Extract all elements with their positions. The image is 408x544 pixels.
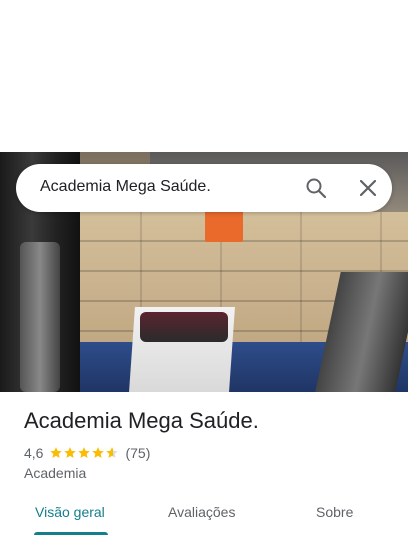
star-icon (106, 447, 119, 458)
photo-pole (20, 242, 60, 392)
star-icon (64, 447, 77, 458)
search-icon[interactable] (304, 176, 328, 200)
place-sheet: Academia Mega Saúde. Academia Mega Saúde… (0, 0, 408, 544)
place-title: Academia Mega Saúde. (24, 408, 259, 433)
star-icon (78, 447, 91, 458)
tab-reviews[interactable]: Avaliações (168, 504, 235, 520)
star-icon (92, 447, 105, 458)
place-category: Academia (24, 465, 87, 481)
rating-value: 4,6 (24, 445, 44, 461)
star-rating (49, 446, 119, 460)
photo-bin-contents (140, 312, 228, 342)
search-input[interactable]: Academia Mega Saúde. (40, 178, 211, 196)
tab-overview[interactable]: Visão geral (35, 504, 105, 520)
star-icon (50, 447, 63, 458)
rating-row[interactable]: 4,6 (75) (24, 444, 150, 462)
review-count[interactable]: (75) (125, 445, 150, 461)
tab-about[interactable]: Sobre (316, 504, 353, 520)
tab-active-indicator (34, 532, 108, 535)
search-bar[interactable]: Academia Mega Saúde. (16, 164, 392, 212)
close-icon[interactable] (356, 176, 380, 200)
tab-bar: Visão geral Avaliações Sobre (0, 500, 408, 544)
